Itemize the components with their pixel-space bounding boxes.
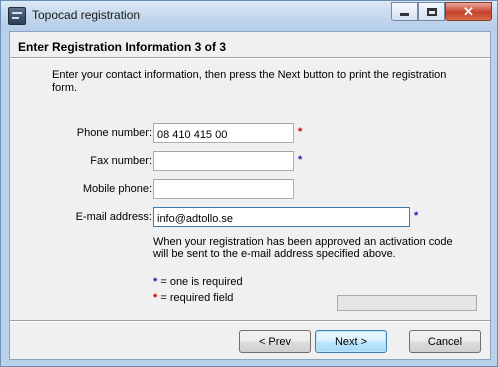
intro-text: Enter your contact information, then pre… xyxy=(52,69,447,94)
email-one-required-mark: * xyxy=(414,210,419,222)
app-icon xyxy=(8,7,26,25)
prev-button-label: < Prev xyxy=(258,335,292,348)
mobile-field[interactable] xyxy=(153,179,294,199)
email-label: E-mail address: xyxy=(75,211,152,223)
phone-label: Phone number: xyxy=(76,127,152,139)
title-bar[interactable]: Topocad registration ✕ xyxy=(1,1,497,31)
legend-one-required-text: = one is required xyxy=(160,276,243,288)
window-title: Topocad registration xyxy=(32,8,141,22)
legend-required-mark: * xyxy=(153,292,158,304)
legend-required: * = required field xyxy=(153,292,233,304)
close-button[interactable]: ✕ xyxy=(445,2,492,21)
legend-required-text: = required field xyxy=(160,292,234,304)
footer-divider xyxy=(10,320,490,322)
header-divider xyxy=(10,57,490,59)
page-title: Enter Registration Information 3 of 3 xyxy=(18,40,227,54)
cancel-button[interactable]: Cancel xyxy=(409,330,481,353)
next-button-label: Next > xyxy=(334,335,368,348)
next-button[interactable]: Next > xyxy=(315,330,387,353)
prev-button[interactable]: < Prev xyxy=(239,330,311,353)
cancel-button-label: Cancel xyxy=(427,335,463,348)
registration-window: Topocad registration ✕ Enter Registratio… xyxy=(0,0,498,367)
legend-one-required: * = one is required xyxy=(153,276,243,288)
close-icon: ✕ xyxy=(463,3,474,19)
fax-label: Fax number: xyxy=(90,155,152,167)
print-progress-bar xyxy=(337,295,477,311)
email-field[interactable] xyxy=(153,207,410,227)
approval-note: When your registration has been approved… xyxy=(153,236,453,260)
wizard-panel: Enter Registration Information 3 of 3 En… xyxy=(9,31,491,360)
minimize-icon xyxy=(400,13,409,16)
maximize-button[interactable] xyxy=(418,2,445,21)
phone-field[interactable] xyxy=(153,123,294,143)
fax-one-required-mark: * xyxy=(298,154,303,166)
maximize-icon xyxy=(426,7,437,16)
phone-required-mark: * xyxy=(298,126,303,138)
mobile-label: Mobile phone: xyxy=(82,183,152,195)
minimize-button[interactable] xyxy=(391,2,418,21)
fax-field[interactable] xyxy=(153,151,294,171)
legend-one-required-mark: * xyxy=(153,276,158,288)
